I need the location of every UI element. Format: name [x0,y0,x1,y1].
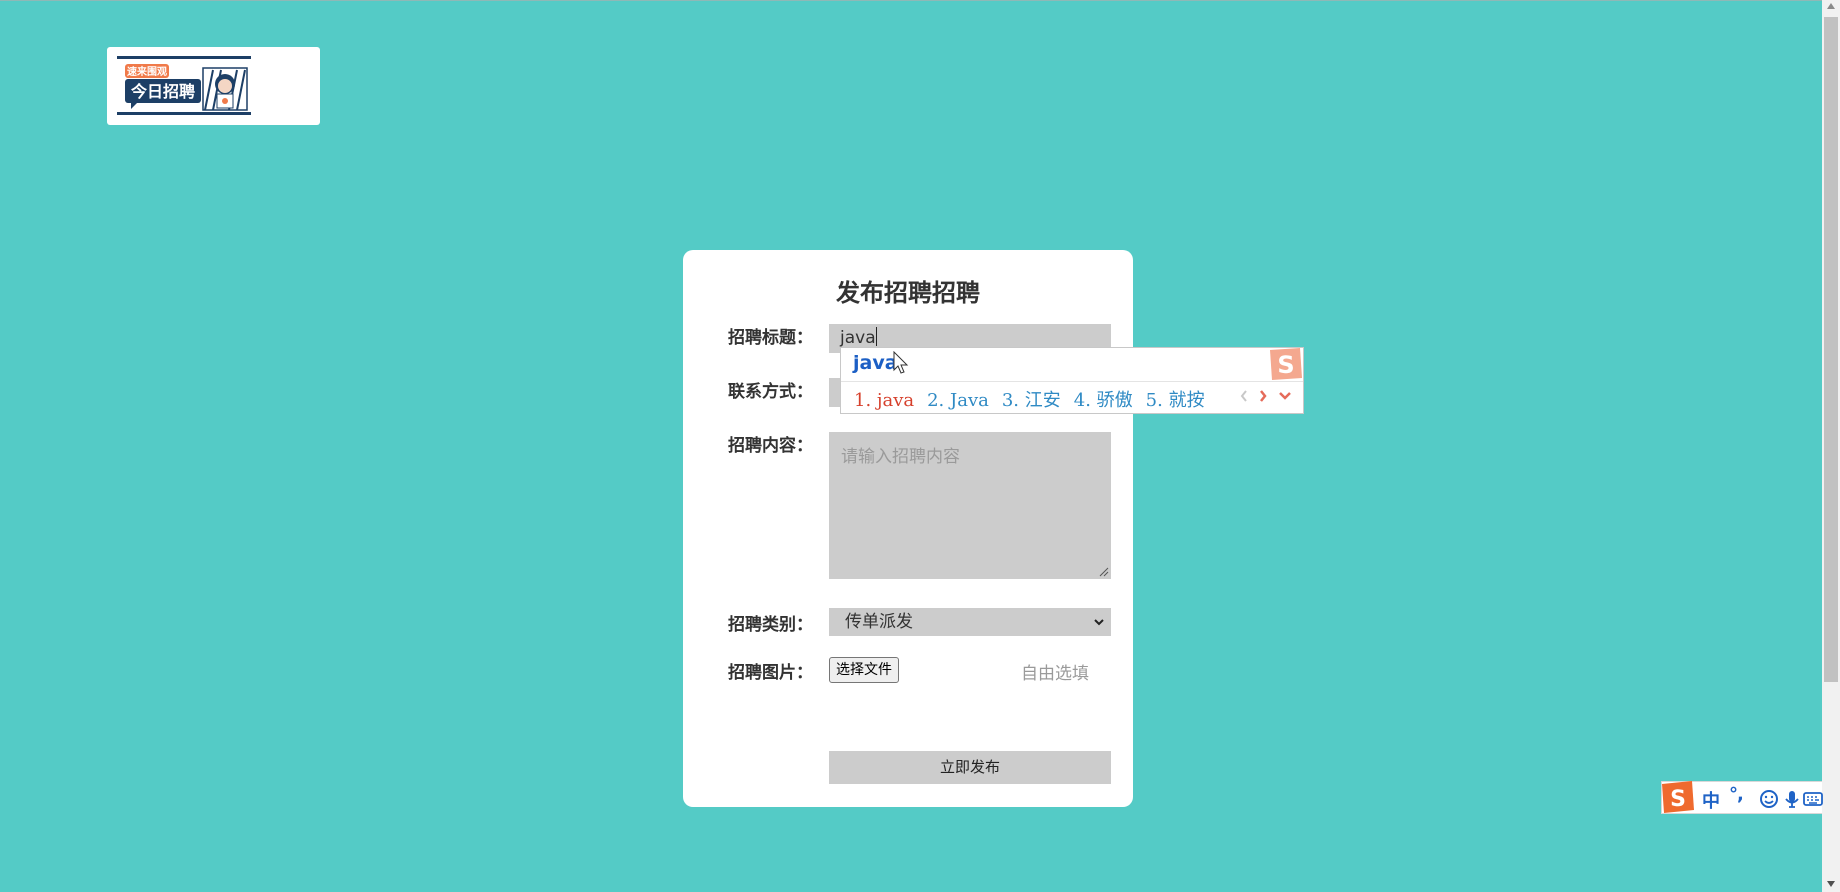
ime-candidate[interactable]: 2. Java [927,390,989,411]
svg-text:速来围观: 速来围观 [127,65,167,78]
ime-candidate[interactable]: 3. 江安 [1002,386,1061,412]
ime-candidate-window: java 1. java 2. Java 3. 江安 4. 骄傲 5. 就按 S [840,347,1304,414]
ime-candidate-list: 1. java 2. Java 3. 江安 4. 骄傲 5. 就按 [854,386,1218,412]
ime-composition: java [853,352,898,374]
category-selected: 传单派发 [845,612,913,632]
ime-punctuation-toggle[interactable]: °, [1729,784,1744,805]
ime-divider [841,381,1303,382]
chevron-right-icon[interactable] [1258,389,1268,403]
mouse-cursor-icon [893,351,909,374]
text-caret [875,327,877,346]
file-hint: 自由选填 [1021,664,1089,684]
svg-text:S: S [1277,351,1294,379]
scroll-down-icon[interactable] [1827,881,1835,887]
title-input-value: java [840,328,876,348]
choose-file-button[interactable]: 选择文件 [829,657,899,683]
page-top-border [0,0,1822,1]
microphone-icon[interactable] [1782,789,1802,809]
keyboard-icon[interactable] [1803,789,1823,809]
logo-image: 速来围观 今日招聘 [117,56,251,115]
publish-form-card: 发布招聘招聘 招聘标题： java 联系方式： 招聘内容： 请输入招聘内容 招聘… [683,250,1133,807]
form-title: 发布招聘招聘 [836,279,980,307]
site-logo[interactable]: 速来围观 今日招聘 [107,47,320,125]
category-select[interactable]: 传单派发 [829,608,1111,636]
label-contact: 联系方式： [728,382,813,402]
ime-toolbar: S 中 °, [1659,780,1823,814]
emoji-icon[interactable] [1759,789,1779,809]
scroll-up-icon[interactable] [1827,3,1835,9]
label-title: 招聘标题： [728,328,813,348]
scrollbar-thumb[interactable] [1824,17,1838,682]
sogou-s-icon: S [1270,348,1302,380]
ime-candidate[interactable]: 1. java [854,390,914,411]
content-textarea[interactable]: 请输入招聘内容 [829,432,1111,579]
ime-candidate[interactable]: 4. 骄傲 [1074,386,1133,412]
label-image: 招聘图片： [728,663,813,683]
svg-text:S: S [1670,787,1686,812]
ime-candidate[interactable]: 5. 就按 [1146,386,1205,412]
resize-grip-icon[interactable] [1099,567,1109,577]
vertical-scrollbar[interactable] [1822,0,1840,892]
label-category: 招聘类别： [728,615,813,635]
chevron-down-icon[interactable] [1278,391,1292,401]
chevron-down-icon [1094,619,1104,626]
chevron-left-icon[interactable] [1239,389,1249,403]
sogou-s-icon[interactable]: S [1659,780,1695,814]
ime-mode-toggle[interactable]: 中 [1702,787,1720,813]
label-content: 招聘内容： [728,436,813,456]
submit-button[interactable]: 立即发布 [829,751,1111,784]
svg-text:今日招聘: 今日招聘 [130,82,195,101]
content-placeholder: 请输入招聘内容 [841,447,960,467]
